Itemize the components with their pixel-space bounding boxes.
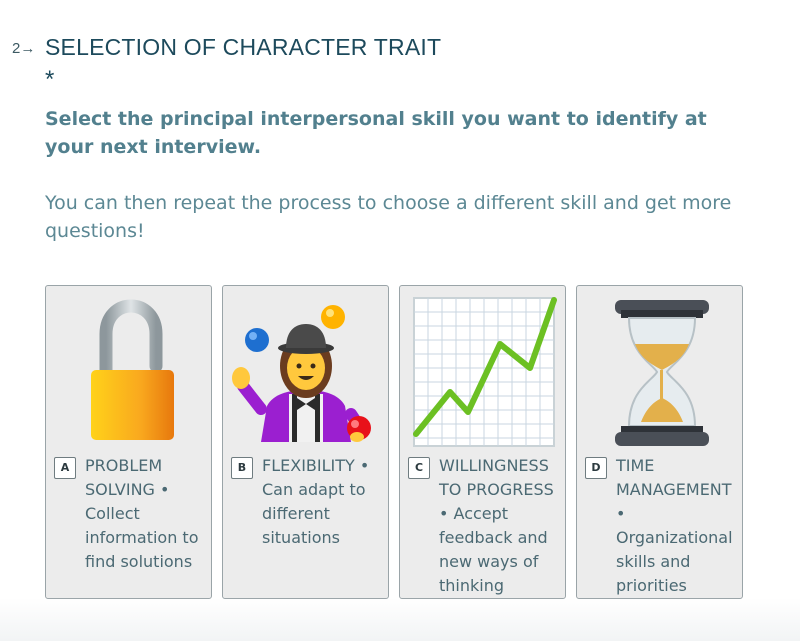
choice-option-b[interactable]: B FLEXIBILITY • Can adapt to different s… — [222, 285, 389, 599]
choice-key-d: D — [585, 457, 607, 479]
choice-key-b: B — [231, 457, 253, 479]
choice-label-a: PROBLEM SOLVING • Collect information to… — [85, 456, 199, 571]
form-page: 2→ SELECTION OF CHARACTER TRAIT * Select… — [0, 0, 800, 641]
arrow-right-icon: → — [20, 40, 36, 57]
question-number: 2→ — [12, 40, 36, 57]
choice-key-a: A — [54, 457, 76, 479]
choice-key-c: C — [408, 457, 430, 479]
choice-option-d[interactable]: D TIME MANAGEMENT • Organizational skill… — [576, 285, 743, 599]
choice-label-d: TIME MANAGEMENT • Organizational skills … — [616, 456, 733, 595]
choice-label-b: FLEXIBILITY • Can adapt to different sit… — [262, 456, 370, 547]
question-description: Select the principal interpersonal skill… — [45, 108, 707, 158]
required-asterisk: * — [45, 66, 55, 93]
open-padlock-icon — [54, 294, 204, 449]
choice-label-c: WILLINGNESS TO PROGRESS • Accept feedbac… — [439, 456, 554, 595]
question-title: SELECTION OF CHARACTER TRAIT — [45, 34, 442, 60]
juggling-woman-icon — [231, 294, 381, 449]
question-subtext: You can then repeat the process to choos… — [45, 192, 732, 242]
choice-list: A PROBLEM SOLVING • Collect information … — [45, 285, 745, 601]
chart-increasing-icon — [408, 294, 558, 449]
hourglass-icon — [585, 294, 735, 449]
bottom-fade — [0, 598, 800, 641]
choice-option-a[interactable]: A PROBLEM SOLVING • Collect information … — [45, 285, 212, 599]
choice-option-c[interactable]: C WILLINGNESS TO PROGRESS • Accept feedb… — [399, 285, 566, 599]
